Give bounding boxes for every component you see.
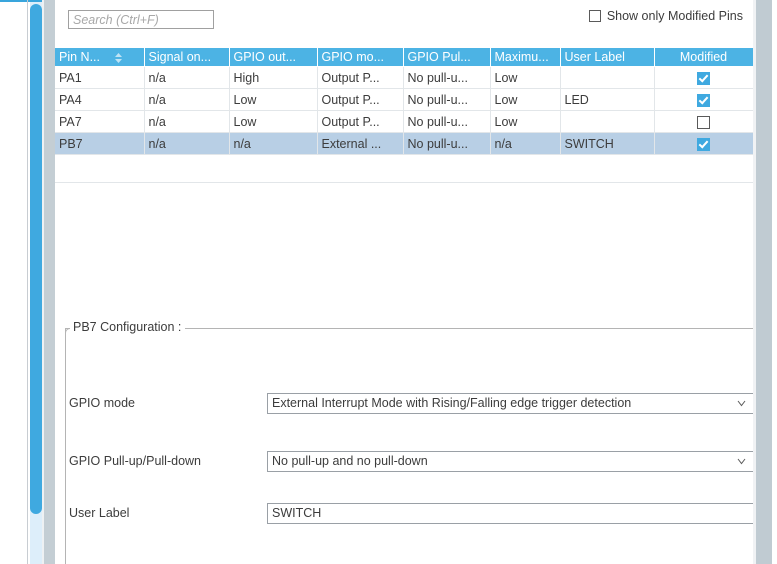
- checkbox-checked-icon[interactable]: [697, 93, 710, 107]
- column-header-signal-on[interactable]: Signal on...: [144, 48, 230, 67]
- search-input[interactable]: [68, 10, 214, 29]
- show-only-modified-pins-checkbox[interactable]: Show only Modified Pins: [588, 9, 743, 23]
- cell-gpio-pull: No pull-u...: [403, 66, 491, 89]
- cell-pin-name: PA7: [55, 110, 145, 133]
- column-header-label: GPIO Pul...: [407, 50, 471, 64]
- left-vertical-scrollbar-thumb[interactable]: [30, 4, 42, 514]
- cell-maximum-speed: Low: [490, 110, 561, 133]
- cell-pin-name: PB7: [55, 132, 145, 155]
- cell-gpio-output-level: n/a: [229, 132, 318, 155]
- table-bottom-divider: [55, 182, 753, 183]
- pin-configuration-groupbox: [65, 328, 753, 564]
- cell-gpio-mode: External ...: [317, 132, 404, 155]
- user-label-textbox[interactable]: SWITCH: [267, 503, 756, 524]
- cell-signal-on-pin: n/a: [144, 88, 230, 111]
- pin-configuration-table[interactable]: Pin N... Signal on... GPIO out... GPIO mo..…: [55, 48, 754, 155]
- table-row[interactable]: PA4 n/a Low Output P... No pull-u... Low LED: [55, 88, 754, 111]
- cell-pin-name: PA4: [55, 88, 145, 111]
- cell-modified-checkbox[interactable]: [654, 110, 754, 133]
- table-body: PA1 n/a High Output P... No pull-u... Low PA4 n…: [55, 66, 754, 155]
- checkbox-box-icon[interactable]: [588, 10, 601, 22]
- cell-gpio-pull: No pull-u...: [403, 88, 491, 111]
- gpio-mode-label: GPIO mode: [69, 396, 135, 410]
- cell-modified-checkbox[interactable]: [654, 66, 754, 89]
- groupbox-title: PB7 Configuration :: [70, 320, 186, 334]
- cell-gpio-output-level: Low: [229, 88, 318, 111]
- cell-maximum-speed: Low: [490, 88, 561, 111]
- right-window-edge: [772, 0, 777, 564]
- cell-maximum-speed: Low: [490, 66, 561, 89]
- column-header-label: Pin N...: [59, 50, 100, 64]
- cell-gpio-output-level: Low: [229, 110, 318, 133]
- gpio-mode-combobox[interactable]: External Interrupt Mode with Rising/Fall…: [267, 393, 756, 414]
- cell-pin-name: PA1: [55, 66, 145, 89]
- table-row[interactable]: PA1 n/a High Output P... No pull-u... Low: [55, 66, 754, 89]
- cell-user-label: SWITCH: [560, 132, 655, 155]
- cell-gpio-mode: Output P...: [317, 66, 404, 89]
- cell-user-label: [560, 110, 655, 133]
- column-header-pin-n[interactable]: Pin N...: [55, 48, 145, 67]
- gpio-pull-label: GPIO Pull-up/Pull-down: [69, 454, 202, 468]
- checkbox-unchecked-icon[interactable]: [697, 115, 710, 129]
- cell-signal-on-pin: n/a: [144, 66, 230, 89]
- column-header-gpio-out[interactable]: GPIO out...: [229, 48, 318, 67]
- column-header-label: Modified: [679, 50, 728, 64]
- pin-table-toolbar: Show only Modified Pins: [55, 0, 753, 47]
- cell-gpio-mode: Output P...: [317, 88, 404, 111]
- table-header-row: Pin N... Signal on... GPIO out... GPIO mo..…: [55, 48, 754, 67]
- outer-panel-edge: [27, 0, 28, 564]
- left-window-chrome: [0, 0, 56, 564]
- column-header-label: Signal on...: [148, 50, 212, 64]
- column-header-label: GPIO mo...: [321, 50, 385, 64]
- cell-gpio-pull: No pull-u...: [403, 110, 491, 133]
- cell-modified-checkbox[interactable]: [654, 132, 754, 155]
- table-row[interactable]: PA7 n/a Low Output P... No pull-u... Low: [55, 110, 754, 133]
- column-header-label: GPIO out...: [233, 50, 297, 64]
- cell-maximum-speed: n/a: [490, 132, 561, 155]
- column-header-label: Maximu...: [494, 50, 549, 64]
- cell-signal-on-pin: n/a: [144, 132, 230, 155]
- cell-user-label: LED: [560, 88, 655, 111]
- left-gray-gutter-highlight: [42, 0, 44, 564]
- show-only-modified-pins-label: Show only Modified Pins: [606, 9, 743, 23]
- form-row-user-label: User Label SWITCH: [69, 503, 756, 525]
- user-label-label: User Label: [69, 506, 130, 520]
- column-header-gpio-mo[interactable]: GPIO mo...: [317, 48, 404, 67]
- form-row-gpio-mode: GPIO mode External Interrupt Mode with R…: [69, 393, 756, 415]
- column-header-user-label[interactable]: User Label: [560, 48, 655, 67]
- cell-user-label: [560, 66, 655, 89]
- sort-arrows-icon[interactable]: [114, 52, 123, 64]
- gpio-configuration-pane: Show only Modified Pins Pin N... Signal o…: [55, 0, 756, 564]
- column-header-gpio-pul[interactable]: GPIO Pul...: [403, 48, 491, 67]
- checkbox-checked-icon[interactable]: [697, 71, 710, 85]
- table-row[interactable]: PB7 n/a n/a External ... No pull-u... n/a SWIT…: [55, 132, 754, 155]
- cell-gpio-pull: No pull-u...: [403, 132, 491, 155]
- right-gray-gutter-highlight: [753, 0, 756, 564]
- column-header-maximu[interactable]: Maximu...: [490, 48, 561, 67]
- column-header-label: User Label: [564, 50, 625, 64]
- checkbox-checked-icon[interactable]: [697, 137, 710, 151]
- cell-gpio-output-level: High: [229, 66, 318, 89]
- cell-gpio-mode: Output P...: [317, 110, 404, 133]
- gpio-pull-combobox[interactable]: No pull-up and no pull-down: [267, 451, 756, 472]
- column-header-modified[interactable]: Modified: [654, 48, 754, 67]
- cell-modified-checkbox[interactable]: [654, 88, 754, 111]
- cell-signal-on-pin: n/a: [144, 110, 230, 133]
- form-row-gpio-pull: GPIO Pull-up/Pull-down No pull-up and no…: [69, 451, 756, 473]
